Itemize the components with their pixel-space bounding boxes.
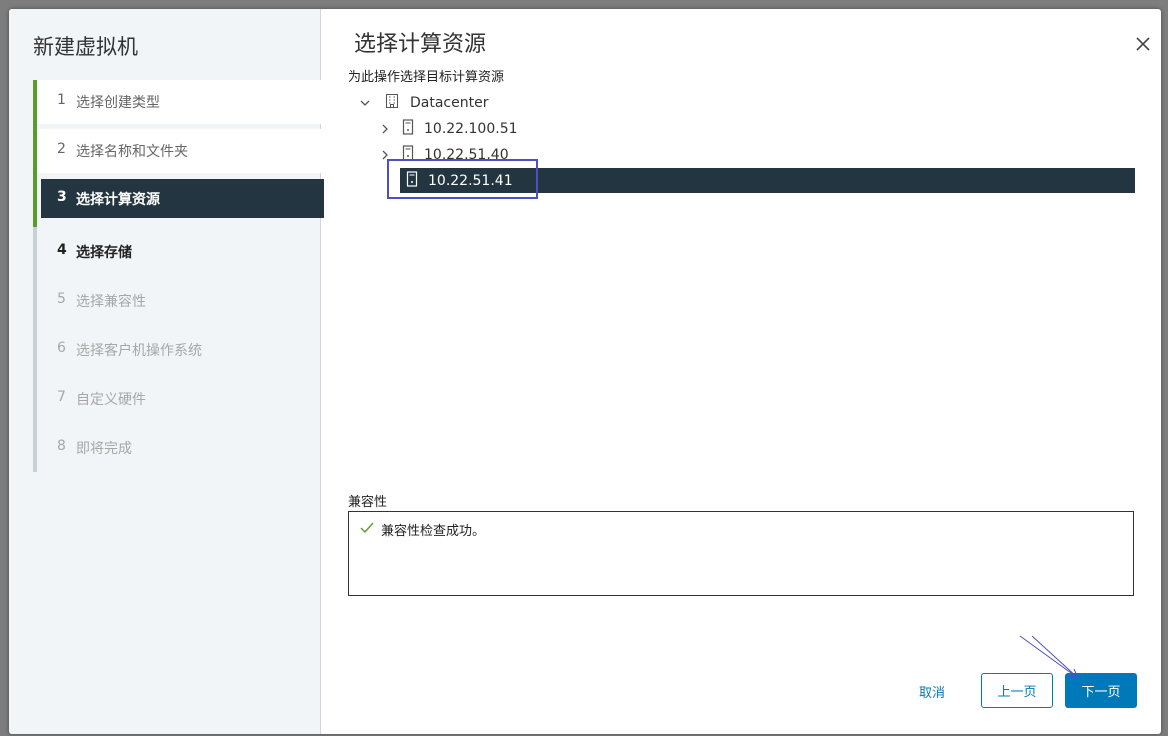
step-select-compute-resource[interactable]: 3 选择计算资源 (37, 178, 324, 227)
step-number: 8 (57, 437, 66, 454)
chevron-down-icon[interactable] (358, 96, 372, 110)
step-label: 选择存储 (76, 244, 132, 261)
compatibility-message: 兼容性检查成功。 (381, 524, 486, 539)
datacenter-icon (384, 93, 400, 113)
step-number: 3 (57, 188, 67, 205)
compatibility-label: 兼容性 (348, 495, 388, 510)
step-label: 选择计算资源 (76, 191, 160, 208)
wizard-title: 新建虚拟机 (33, 35, 138, 59)
wizard-sidebar: 新建虚拟机 1 选择创建类型 2 选择名称和文件夹 3 选择计算资源 4 选择存储 5选… (9, 9, 324, 734)
step-label: 选择名称和文件夹 (76, 143, 188, 160)
cancel-button[interactable]: 取消 (907, 674, 957, 708)
step-ready-to-complete: 8 即将完成 (37, 423, 324, 472)
page-title: 选择计算资源 (354, 32, 487, 57)
step-number: 7 (57, 388, 66, 405)
step-select-storage[interactable]: 4 选择存储 (37, 227, 324, 276)
host-icon (402, 119, 414, 139)
annotation-highlight-box (387, 159, 538, 199)
step-number: 5 (57, 290, 66, 307)
check-icon (359, 521, 375, 539)
step-select-guest-os: 6 选择客户机操作系统 (37, 325, 324, 374)
step-number: 4 (57, 241, 67, 258)
step-label: 即将完成 (76, 440, 132, 457)
wizard-steps: 1 选择创建类型 2 选择名称和文件夹 3 选择计算资源 4 选择存储 5 选择兼容性 6… (33, 80, 324, 472)
tree-node-label: 10.22.100.51 (424, 121, 518, 137)
annotation-arrow-icon (1019, 635, 1079, 679)
wizard-main-panel: 选择计算资源 为此操作选择目标计算资源 Datacenter 10.22.100… (321, 9, 1161, 734)
chevron-right-icon[interactable] (378, 122, 392, 136)
step-label: 自定义硬件 (76, 391, 146, 408)
step-number: 1 (57, 91, 66, 108)
page-subtitle: 为此操作选择目标计算资源 (348, 70, 505, 85)
tree-node-datacenter[interactable]: Datacenter (348, 90, 1135, 116)
new-vm-wizard-dialog: 新建虚拟机 1 选择创建类型 2 选择名称和文件夹 3 选择计算资源 4 选择存储 5选… (9, 9, 1161, 734)
step-select-compatibility: 5 选择兼容性 (37, 276, 324, 325)
close-icon[interactable] (1134, 35, 1152, 53)
compatibility-panel: 兼容性检查成功。 (348, 511, 1134, 596)
step-label: 选择创建类型 (76, 94, 160, 111)
step-number: 6 (57, 339, 66, 356)
step-select-name-folder[interactable]: 2 选择名称和文件夹 (37, 129, 324, 178)
tree-node-host[interactable]: 10.22.100.51 (348, 116, 1135, 142)
tree-node-label: Datacenter (410, 95, 489, 111)
step-number: 2 (57, 140, 66, 157)
step-label: 选择客户机操作系统 (76, 342, 202, 359)
step-customize-hardware: 7 自定义硬件 (37, 374, 324, 423)
step-select-creation-type[interactable]: 1 选择创建类型 (37, 80, 324, 129)
step-label: 选择兼容性 (76, 293, 146, 310)
